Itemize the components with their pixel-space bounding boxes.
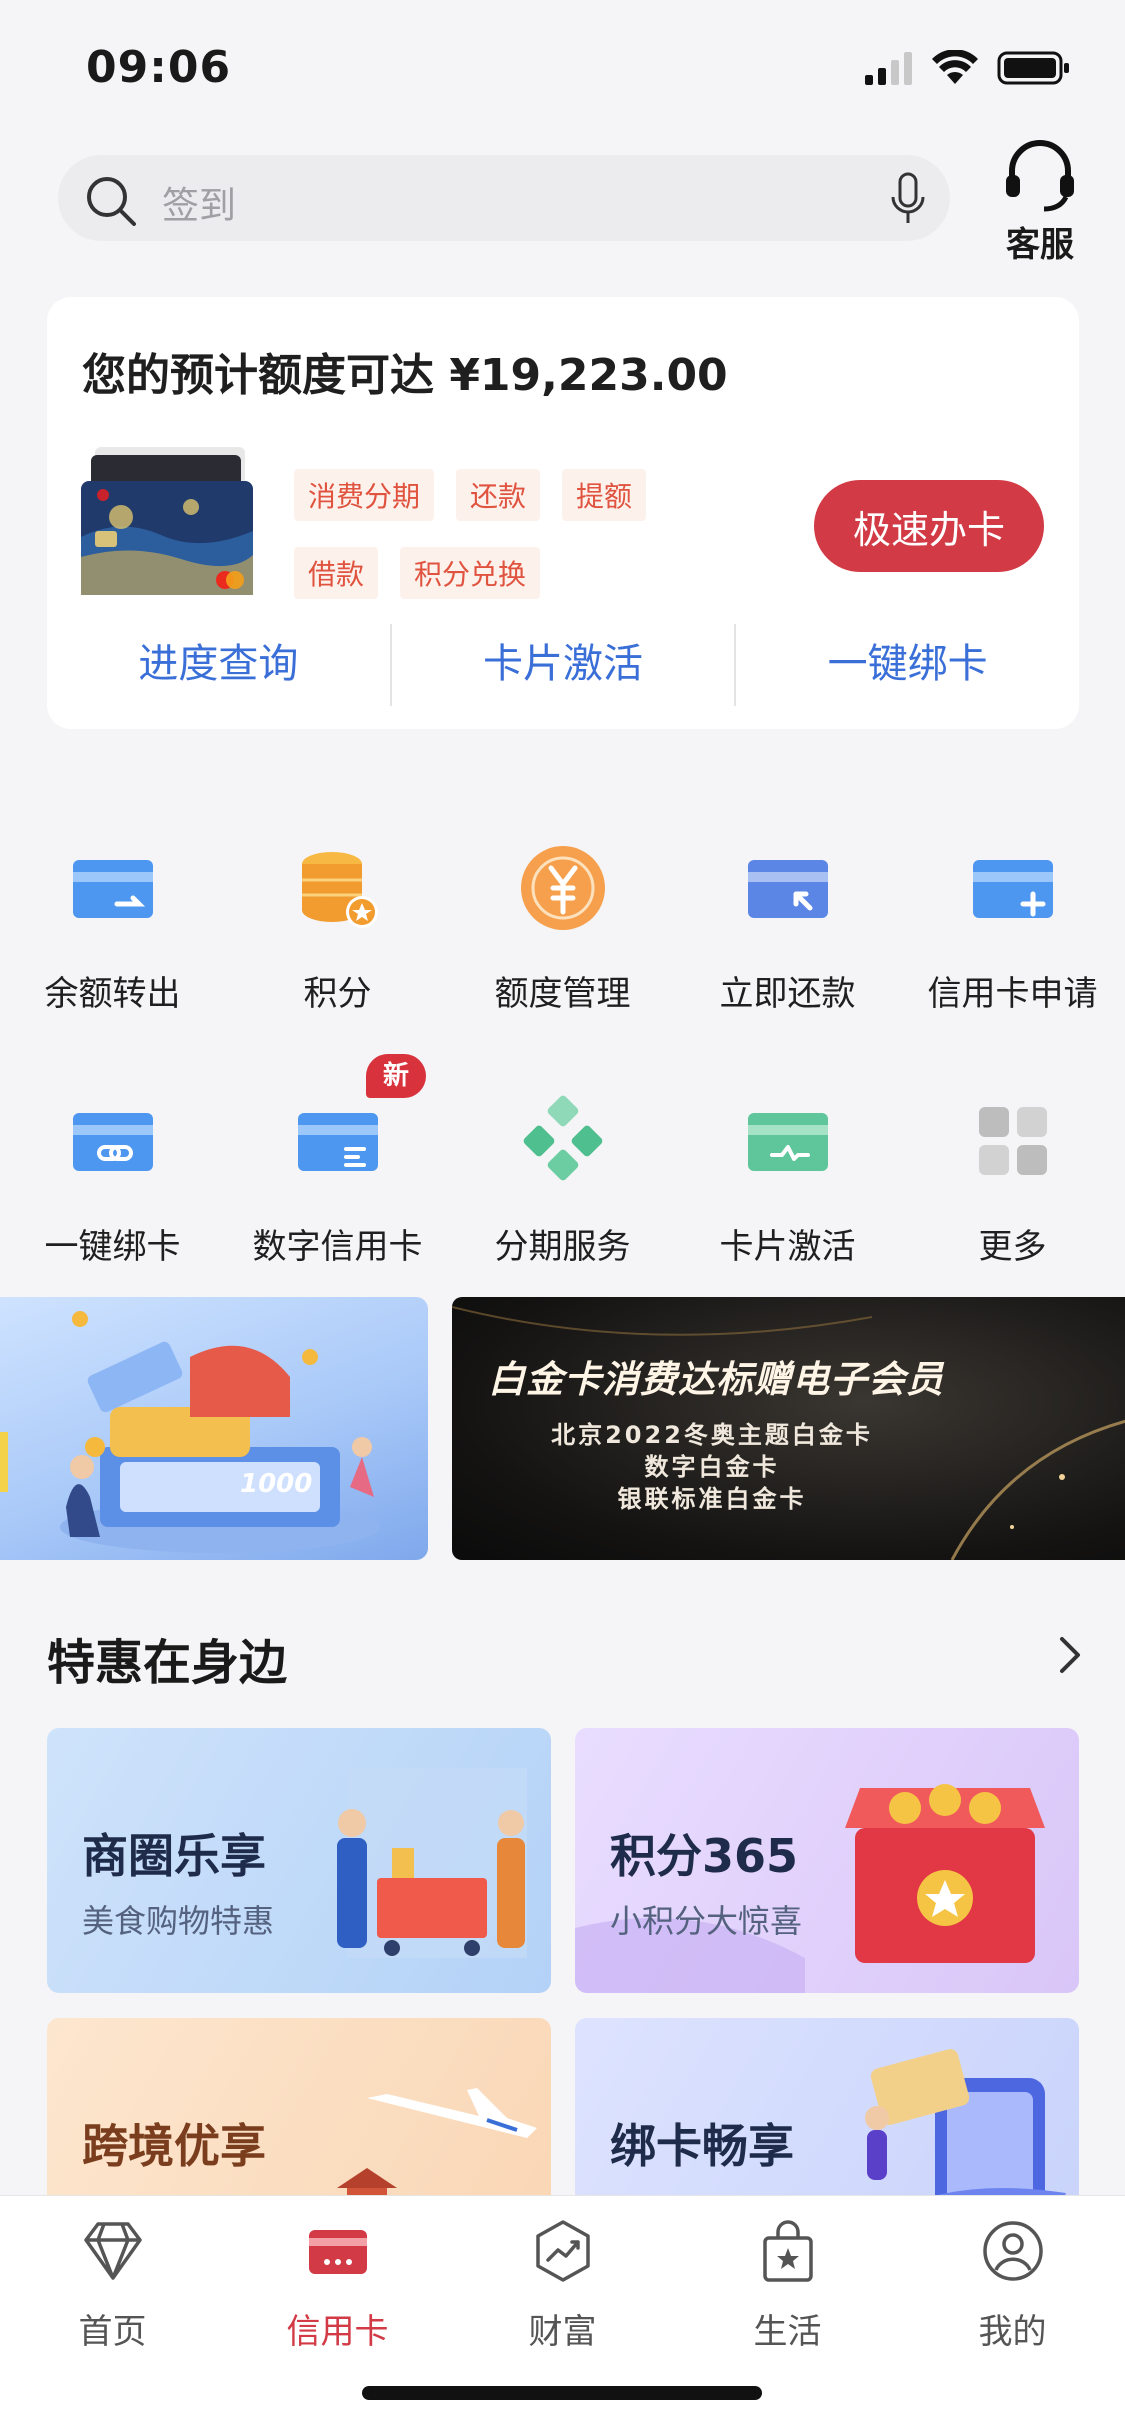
digital-card-icon (297, 1113, 378, 1171)
promo-subtitle: 美食购物特惠 (82, 1902, 275, 1940)
signal-icon (865, 52, 912, 85)
grid-item-bind-card[interactable]: 一键绑卡 (0, 1073, 225, 1326)
tab-wealth[interactable]: 财富 (450, 2196, 675, 2353)
user-profile-icon (982, 2221, 1043, 2281)
apply-card-icon (972, 860, 1053, 918)
promo-card-points[interactable]: 积分365 小积分大惊喜 (575, 1728, 1079, 1993)
grid-item-quota-management[interactable]: 额度管理 (450, 820, 675, 1073)
tag-repay[interactable]: 还款 (456, 469, 541, 521)
credit-card-icon (308, 2230, 367, 2274)
grid-row: 一键绑卡 数字信用卡 分期服务 卡片激活 更多 (0, 1073, 1125, 1326)
search-placeholder: 签到 (162, 184, 236, 227)
promo-title: 绑卡畅享 (610, 2119, 794, 2173)
headset-icon (1006, 140, 1074, 212)
grid-item-installment[interactable]: 分期服务 (450, 1073, 675, 1326)
tab-home[interactable]: 首页 (0, 2196, 225, 2353)
progress-query-link[interactable]: 进度查询 (47, 622, 390, 707)
customer-service-label: 客服 (1006, 225, 1074, 265)
transfer-card-icon (72, 860, 153, 918)
tab-mine[interactable]: 我的 (900, 2196, 1125, 2353)
tab-label: 我的 (978, 2312, 1047, 2352)
grid-label: 一键绑卡 (44, 1227, 181, 1267)
new-badge: 新 (366, 1054, 426, 1098)
tab-label: 首页 (78, 2312, 147, 2352)
quick-apply-button[interactable]: 极速办卡 (814, 480, 1044, 572)
gift-illustration (0, 1311, 380, 1553)
search-icon (87, 177, 136, 226)
section-title: 特惠在身边 (47, 1635, 288, 1691)
grid-label: 数字信用卡 (252, 1227, 423, 1267)
grid-item-points[interactable]: 积分 (225, 820, 450, 1073)
function-grid: 余额转出 积分 额度管理 立即还款 信用卡申请 一键绑卡 数字信用卡 分期服务 … (0, 820, 1125, 1326)
search-bar[interactable]: 签到 (58, 155, 950, 241)
tab-credit-card[interactable]: 信用卡 (225, 2196, 450, 2353)
promo-title: 商圈乐享 (82, 1829, 266, 1883)
status-time: 09:06 (86, 42, 232, 93)
grid-label: 立即还款 (719, 974, 856, 1014)
banner-line: 数字白金卡 (644, 1453, 780, 1481)
tag-points-exchange[interactable]: 积分兑换 (400, 547, 541, 599)
banner-title: 白金卡消费达标赠电子会员 (488, 1358, 944, 1401)
grid-item-card-apply[interactable]: 信用卡申请 (900, 820, 1125, 1073)
wealth-chart-icon (535, 2220, 590, 2282)
credit-card-image[interactable] (81, 447, 253, 595)
installment-icon (523, 1095, 602, 1181)
tab-label: 财富 (528, 2312, 597, 2352)
bind-card-icon (72, 1113, 153, 1171)
banner-line: 银联标准白金卡 (617, 1485, 807, 1513)
credit-card-panel: 您的预计额度可达 ¥19,223.00 消费分期 还款 提额借款 积分兑换 极速办卡 … (47, 297, 1079, 729)
service-tags: 消费分期 还款 提额借款 积分兑换 (294, 469, 674, 625)
grid-item-digital-card[interactable]: 数字信用卡 (225, 1073, 450, 1326)
promo-title: 积分365 (610, 1829, 799, 1883)
bind-card-link[interactable]: 一键绑卡 (736, 622, 1079, 707)
quota-text: 您的预计额度可达 ¥19,223.00 (82, 350, 728, 401)
promo-banner-platinum[interactable]: 白金卡消费达标赠电子会员 北京2022冬奥主题白金卡 数字白金卡 银联标准白金卡 (452, 1297, 1125, 1560)
grid-item-more[interactable]: 更多 (900, 1073, 1125, 1326)
customer-service-button[interactable]: 客服 (990, 135, 1090, 266)
promo-subtitle: 小积分大惊喜 (610, 1902, 803, 1940)
wifi-icon (932, 50, 978, 84)
more-grid-icon (978, 1107, 1047, 1175)
shopping-bag-icon (762, 2220, 813, 2282)
grid-row: 余额转出 积分 额度管理 立即还款 信用卡申请 (0, 820, 1125, 1073)
microphone-icon[interactable] (888, 171, 928, 227)
quota-yuan-icon (520, 846, 605, 930)
tab-life[interactable]: 生活 (675, 2196, 900, 2353)
home-indicator[interactable] (362, 2386, 762, 2400)
grid-label: 额度管理 (494, 974, 631, 1014)
grid-item-repay-now[interactable]: 立即还款 (675, 820, 900, 1073)
activate-card-icon (747, 1113, 828, 1171)
battery-icon (997, 51, 1069, 85)
credit-card-home-page: 09:06 签到 客服 您的预计额度可达 ¥19,223.00 消费分期 还款 … (0, 0, 1125, 2435)
tab-label: 生活 (753, 2312, 822, 2352)
tag-raise-limit[interactable]: 提额 (562, 469, 647, 521)
tab-label: 信用卡 (286, 2312, 389, 2352)
grid-label: 信用卡申请 (927, 974, 1098, 1014)
card-activate-link[interactable]: 卡片激活 (392, 622, 735, 707)
grid-label: 余额转出 (44, 974, 181, 1014)
grid-label: 积分 (303, 974, 372, 1014)
card-quick-links: 进度查询 卡片激活 一键绑卡 (47, 622, 1079, 707)
promo-banner-gift[interactable]: 1000 (0, 1297, 428, 1560)
promo-card-shopping[interactable]: 商圈乐享 美食购物特惠 (47, 1728, 551, 1993)
diamond-icon (83, 2222, 142, 2280)
promo-title: 跨境优享 (82, 2119, 266, 2173)
points-coins-icon (301, 852, 378, 928)
chevron-right-icon[interactable] (1052, 1633, 1088, 1677)
grid-item-card-activation[interactable]: 卡片激活 (675, 1073, 900, 1326)
repay-card-icon (747, 860, 828, 918)
grid-item-balance-transfer[interactable]: 余额转出 (0, 820, 225, 1073)
banner-amount: 1000 (240, 1469, 313, 1499)
grid-label: 卡片激活 (719, 1227, 856, 1267)
tag-loan[interactable]: 借款 (294, 547, 379, 599)
status-icons (863, 50, 1071, 86)
grid-label: 分期服务 (494, 1227, 631, 1267)
status-bar: 09:06 (0, 0, 1125, 140)
tag-installment[interactable]: 消费分期 (294, 469, 435, 521)
bottom-tab-bar: 首页 信用卡 财富 生活 我的 (0, 2195, 1125, 2435)
grid-label: 更多 (978, 1227, 1047, 1267)
banner-line: 北京2022冬奥主题白金卡 (551, 1421, 873, 1449)
